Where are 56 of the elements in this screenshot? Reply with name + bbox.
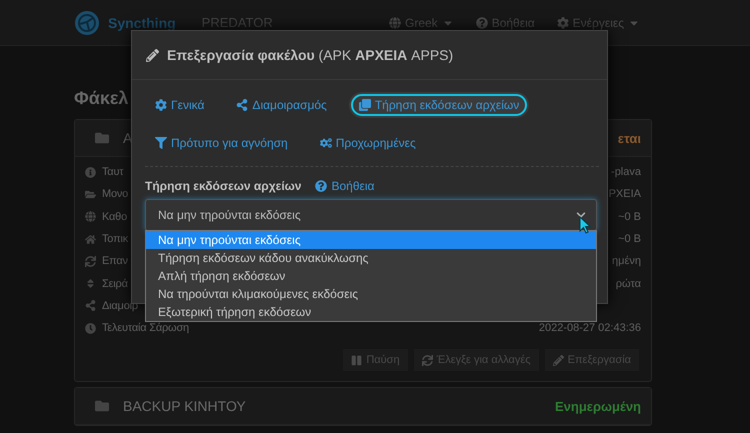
copy-icon bbox=[358, 99, 371, 111]
folder-status: Ενημερωμένη bbox=[555, 398, 641, 414]
row-icon bbox=[85, 234, 96, 245]
help-link[interactable]: Βοήθεια bbox=[315, 179, 374, 193]
row-value: ~0 B bbox=[618, 233, 641, 246]
folder-icon bbox=[95, 399, 109, 414]
dropdown-option[interactable]: Να μην τηρούνται εκδόσεις bbox=[146, 231, 596, 249]
mouse-cursor-icon bbox=[579, 216, 591, 234]
logo-icon bbox=[74, 10, 100, 36]
row-value: -plava bbox=[611, 166, 641, 178]
dialog-tab[interactable]: Τήρηση εκδόσεων αρχείων bbox=[348, 92, 530, 118]
share-icon bbox=[236, 99, 248, 111]
page-title: Φάκελ bbox=[74, 88, 128, 109]
row-icon bbox=[85, 322, 96, 334]
dialog-tab[interactable]: Πρότυπο για αγνόηση bbox=[145, 130, 298, 156]
row-label: Επαν bbox=[102, 255, 128, 268]
row-label: Ταυτ bbox=[102, 166, 124, 178]
dialog-tab[interactable]: Γενικά bbox=[145, 92, 214, 118]
gears-icon bbox=[320, 137, 332, 149]
row-value: 2022-08-27 02:43:36 bbox=[538, 322, 641, 334]
dialog-tab[interactable]: Προχωρημένες bbox=[310, 130, 426, 156]
dialog-title: Επεξεργασία φακέλου (APK ΑΡΧΕΙΑ APPS) bbox=[167, 47, 454, 63]
row-value: ρώτα bbox=[616, 278, 641, 290]
row-label: Τοπικ bbox=[102, 233, 128, 246]
field-label: Τήρηση εκδόσεων αρχείων bbox=[145, 179, 302, 193]
row-value: ΡΧΕΙΑ bbox=[608, 188, 641, 200]
folder-status: εται bbox=[618, 130, 641, 146]
dialog-tab[interactable]: Διαμοιρασμός bbox=[226, 92, 337, 118]
versioning-select[interactable]: Να μην τηρούνται εκδόσεις bbox=[145, 199, 597, 231]
row-value: ημένη bbox=[612, 255, 641, 268]
help-icon bbox=[315, 180, 328, 192]
filter-icon bbox=[155, 137, 167, 149]
row-label: Καθο bbox=[102, 210, 127, 223]
row-label: Διαμοιρ bbox=[102, 300, 138, 312]
row-icon bbox=[85, 278, 96, 290]
dropdown-option[interactable]: Εξωτερική τήρηση εκδόσεων bbox=[146, 303, 596, 321]
folder-name[interactable]: BACKUP ΚΙΝΗΤΟΥ bbox=[123, 398, 246, 414]
pencil-icon bbox=[146, 48, 159, 62]
row-label: Σειρά bbox=[102, 278, 128, 290]
row-label: Τελευταία Σάρωση bbox=[102, 322, 189, 334]
refresh-icon bbox=[422, 354, 433, 366]
dropdown-option[interactable]: Απλή τήρηση εκδόσεων bbox=[146, 267, 596, 285]
folder-icon bbox=[95, 131, 109, 145]
row-icon bbox=[85, 188, 96, 200]
row-value: ~0 B bbox=[618, 210, 641, 223]
gear-icon bbox=[155, 99, 167, 111]
row-icon bbox=[85, 256, 96, 267]
row-icon bbox=[85, 166, 96, 178]
row-label: Μονο bbox=[102, 188, 128, 200]
pencil-icon bbox=[552, 354, 564, 366]
dropdown-option[interactable]: Τήρηση εκδόσεων κάδου ανακύκλωσης bbox=[146, 249, 596, 267]
pause-icon bbox=[351, 354, 362, 366]
chevron-icon bbox=[576, 210, 586, 220]
row-icon bbox=[85, 211, 96, 222]
row-icon bbox=[85, 300, 96, 312]
dropdown-option[interactable]: Να τηρούνται κλιμακούμενες εκδόσεις bbox=[146, 285, 596, 303]
